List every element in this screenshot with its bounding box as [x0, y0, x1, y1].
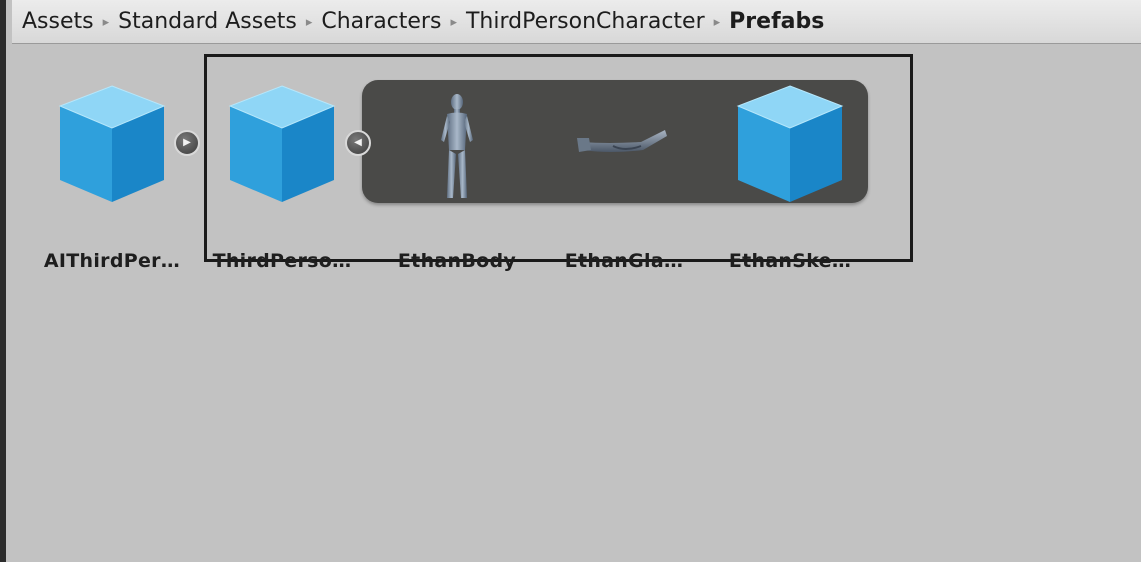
- asset-label: ThirdPerso…: [212, 250, 352, 272]
- breadcrumb-separator-icon: ▸: [713, 15, 721, 30]
- breadcrumb-item-standard-assets[interactable]: Standard Assets: [118, 9, 297, 34]
- glasses-mesh-icon: [549, 80, 699, 210]
- collapse-prefab-button[interactable]: ◀: [345, 130, 371, 156]
- prefab-cube-icon: [207, 80, 357, 210]
- asset-grid: AIThirdPer… ▶ ThirdPerso… ◀ EthanBody Et…: [12, 44, 1141, 562]
- breadcrumb-separator-icon: ▸: [102, 15, 110, 30]
- asset-label: EthanSke…: [728, 250, 852, 272]
- asset-label: AIThirdPer…: [43, 250, 181, 272]
- breadcrumb-item-characters[interactable]: Characters: [321, 9, 441, 34]
- prefab-cube-icon: [37, 80, 187, 210]
- prefab-cube-icon: [715, 80, 865, 210]
- breadcrumb-item-thirdpersoncharacter[interactable]: ThirdPersonCharacter: [466, 9, 705, 34]
- asset-label: EthanGla…: [564, 250, 684, 272]
- asset-label: EthanBody: [397, 250, 517, 272]
- breadcrumb-item-assets[interactable]: Assets: [22, 9, 94, 34]
- breadcrumb-separator-icon: ▸: [305, 15, 313, 30]
- character-mesh-icon: [382, 80, 532, 210]
- breadcrumb-item-prefabs[interactable]: Prefabs: [729, 9, 824, 34]
- expand-prefab-button[interactable]: ▶: [174, 130, 200, 156]
- project-window: Assets ▸ Standard Assets ▸ Characters ▸ …: [0, 0, 1141, 562]
- breadcrumb: Assets ▸ Standard Assets ▸ Characters ▸ …: [12, 0, 1141, 44]
- breadcrumb-separator-icon: ▸: [450, 15, 457, 30]
